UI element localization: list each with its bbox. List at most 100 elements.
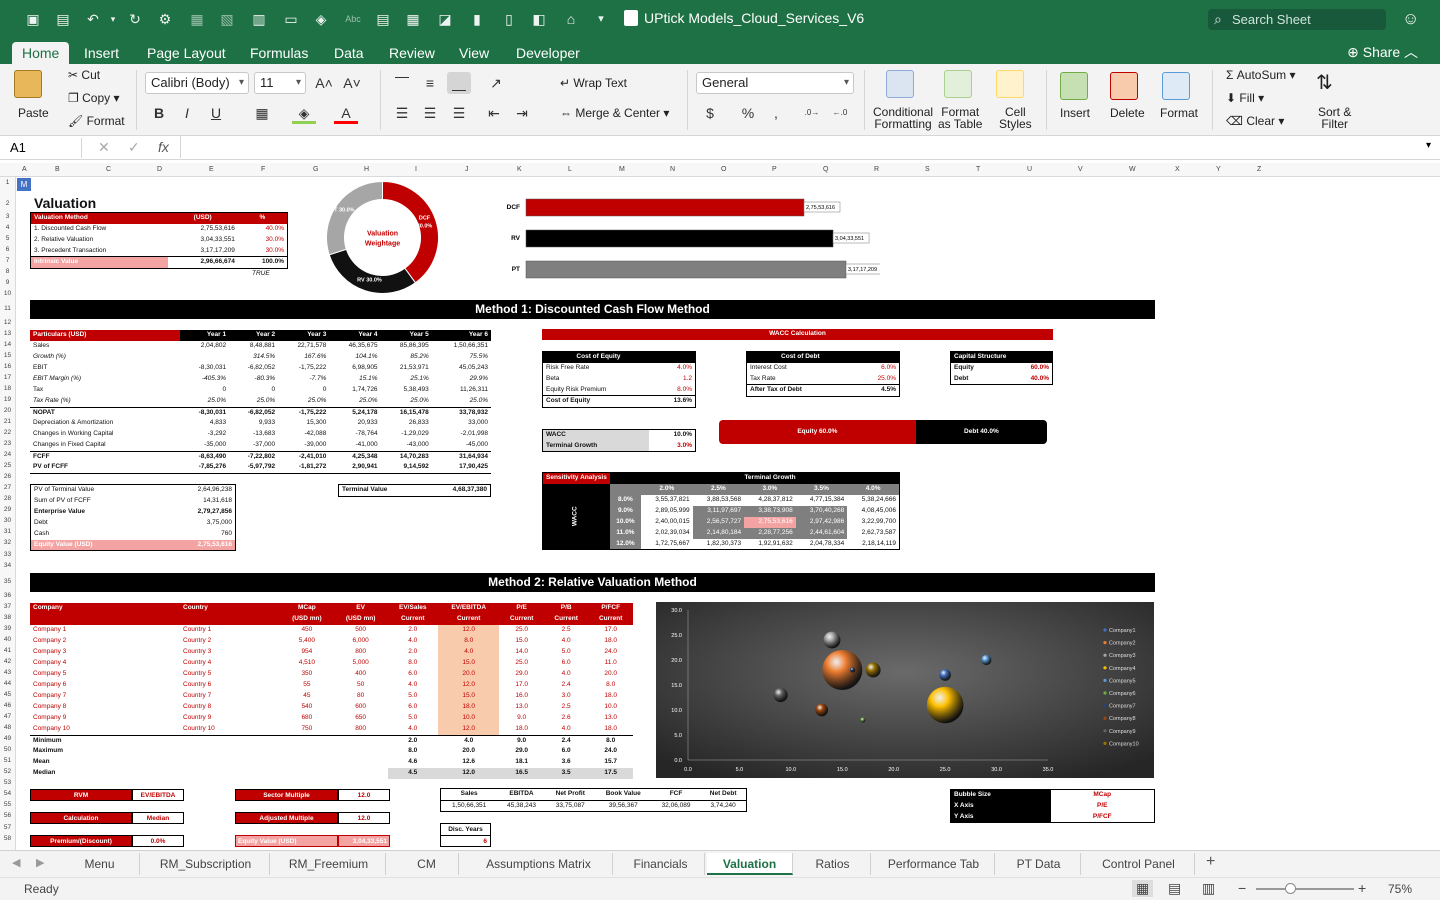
qa-tool-6-icon[interactable]: ▤ — [374, 10, 392, 28]
tab-home[interactable]: Home — [12, 42, 70, 64]
row-header[interactable]: 30 — [0, 517, 15, 524]
row-header[interactable]: 50 — [0, 746, 15, 753]
sheet-tab-cm[interactable]: CM — [395, 853, 459, 875]
redo-icon[interactable]: ↻ — [126, 10, 144, 28]
format-cells-icon[interactable] — [1162, 72, 1190, 100]
align-middle-icon[interactable]: ≡ — [418, 72, 442, 94]
row-header[interactable]: 25 — [0, 462, 15, 469]
row-header[interactable]: 38 — [0, 614, 15, 621]
tab-insert[interactable]: Insert — [74, 42, 129, 64]
copy-button[interactable]: ❐ Copy ▾ — [68, 91, 119, 105]
add-sheet-icon[interactable]: + — [1206, 853, 1215, 871]
feedback-smiley-icon[interactable]: ☺ — [1402, 9, 1419, 29]
qa-tool-1-icon[interactable]: ▦ — [188, 10, 206, 28]
adjusted-multiple-value[interactable]: 12.0 — [338, 812, 390, 824]
currency-icon[interactable]: $ — [698, 102, 722, 124]
insert-cells-icon[interactable] — [1060, 72, 1088, 100]
autosum-button[interactable]: Σ AutoSum ▾ — [1226, 68, 1295, 82]
sheet-tab-pt-data[interactable]: PT Data — [997, 853, 1081, 875]
row-header[interactable]: 54 — [0, 790, 15, 797]
fill-color-icon[interactable]: ◈ — [292, 102, 316, 124]
row-header[interactable]: 37 — [0, 603, 15, 610]
column-header[interactable]: D — [157, 166, 162, 173]
format-as-table-button[interactable]: Format as Table — [938, 106, 982, 130]
row-header[interactable]: 17 — [0, 374, 15, 381]
row-header[interactable]: 10 — [0, 290, 15, 297]
row-header[interactable]: 57 — [0, 824, 15, 831]
delete-cells-button[interactable]: Delete — [1110, 106, 1145, 120]
sheet-tab-rm-subscription[interactable]: RM_Subscription — [142, 853, 270, 875]
tab-page-layout[interactable]: Page Layout — [137, 42, 236, 64]
increase-indent-icon[interactable]: ⇥ — [510, 102, 534, 124]
qa-tool-10-icon[interactable]: ▯ — [500, 10, 518, 28]
row-header[interactable]: 36 — [0, 592, 15, 599]
conditional-formatting-icon[interactable] — [886, 70, 914, 98]
row-header[interactable]: 8 — [0, 268, 15, 275]
column-header[interactable]: S — [925, 166, 930, 173]
column-header[interactable]: G — [313, 166, 318, 173]
align-center-icon[interactable]: ☰ — [418, 102, 442, 124]
sort-filter-icon[interactable]: ⇅ — [1316, 70, 1333, 95]
row-header[interactable]: 56 — [0, 812, 15, 819]
font-size-select[interactable]: 11 — [254, 72, 306, 94]
row-header[interactable]: 55 — [0, 801, 15, 808]
row-header[interactable]: 3 — [0, 213, 15, 220]
row-header[interactable]: 14 — [0, 341, 15, 348]
page-layout-view-icon[interactable]: ▤ — [1168, 880, 1181, 897]
row-header[interactable]: 20 — [0, 407, 15, 414]
column-header[interactable]: Z — [1257, 166, 1261, 173]
tab-developer[interactable]: Developer — [506, 42, 590, 64]
qa-tool-2-icon[interactable]: ▧ — [218, 10, 236, 28]
qa-tool-9-icon[interactable]: ▮ — [468, 10, 486, 28]
row-header[interactable]: 21 — [0, 418, 15, 425]
row-header[interactable]: 1 — [0, 179, 15, 186]
qa-tool-7-icon[interactable]: ▦ — [404, 10, 422, 28]
row-header[interactable]: 45 — [0, 691, 15, 698]
underline-button[interactable]: U — [204, 102, 228, 124]
row-header[interactable]: 35 — [0, 578, 15, 585]
format-cells-button[interactable]: Format — [1160, 106, 1198, 120]
sheet-tab-ratios[interactable]: Ratios — [795, 853, 871, 875]
row-header[interactable]: 4 — [0, 224, 15, 231]
align-bottom-icon[interactable]: ⎽ — [447, 72, 471, 94]
calculation-value[interactable]: Median — [132, 812, 184, 824]
tab-formulas[interactable]: Formulas — [240, 42, 318, 64]
zoom-out-icon[interactable]: − — [1238, 880, 1246, 896]
row-header[interactable]: 26 — [0, 473, 15, 480]
increase-decimal-icon[interactable]: .0→ — [800, 102, 824, 124]
row-header[interactable]: 29 — [0, 506, 15, 513]
font-name-select[interactable]: Calibri (Body) — [145, 72, 249, 94]
row-header[interactable]: 11 — [0, 305, 15, 312]
format-as-table-icon[interactable] — [944, 70, 972, 98]
row-header[interactable]: 6 — [0, 246, 15, 253]
cell-styles-button[interactable]: Cell Styles — [999, 106, 1032, 130]
font-color-icon[interactable]: A — [334, 102, 358, 124]
zoom-in-icon[interactable]: + — [1358, 880, 1366, 896]
format-painter-button[interactable]: 🖌 Format — [68, 114, 125, 128]
rvm-value[interactable]: EV/EBITDA — [132, 789, 184, 801]
column-header[interactable]: W — [1129, 166, 1136, 173]
row-header[interactable]: 49 — [0, 735, 15, 742]
undo-icon[interactable]: ↶ — [84, 10, 102, 28]
sidebar-toggle-icon[interactable]: ▣ — [24, 10, 42, 28]
confirm-formula-icon[interactable]: ✓ — [128, 139, 140, 156]
zoom-slider[interactable] — [1256, 888, 1354, 890]
increase-font-icon[interactable]: A˄ — [312, 72, 336, 94]
row-header[interactable]: 42 — [0, 658, 15, 665]
row-header[interactable]: 33 — [0, 551, 15, 558]
row-header[interactable]: 52 — [0, 768, 15, 775]
row-header[interactable]: 22 — [0, 429, 15, 436]
search-sheet-input[interactable]: Search Sheet — [1208, 9, 1386, 30]
formula-input[interactable] — [180, 136, 1420, 158]
row-header[interactable]: 7 — [0, 257, 15, 264]
row-header[interactable]: 58 — [0, 835, 15, 842]
row-header[interactable]: 31 — [0, 528, 15, 535]
page-break-view-icon[interactable]: ▥ — [1202, 880, 1215, 897]
row-header[interactable]: 18 — [0, 385, 15, 392]
tab-review[interactable]: Review — [379, 42, 445, 64]
row-header[interactable]: 5 — [0, 235, 15, 242]
row-header[interactable]: 41 — [0, 647, 15, 654]
sheet-tab-performance-tab[interactable]: Performance Tab — [873, 853, 995, 875]
sheet-tab-valuation[interactable]: Valuation — [707, 853, 793, 875]
row-header[interactable]: 47 — [0, 713, 15, 720]
